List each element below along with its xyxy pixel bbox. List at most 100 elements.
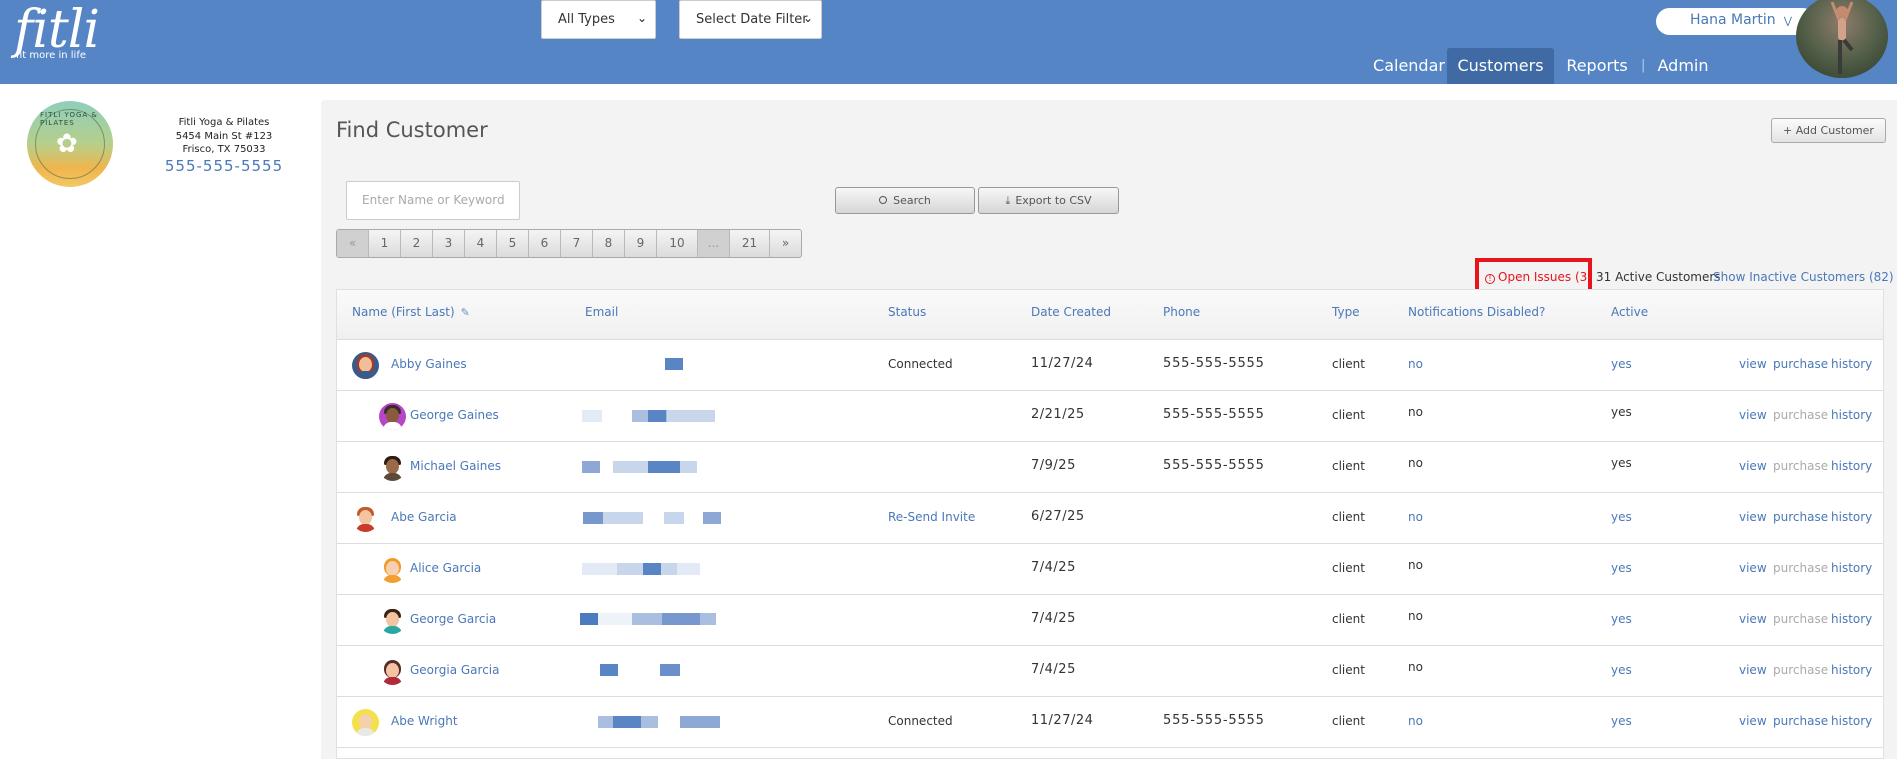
customer-name-link[interactable]: Abby Gaines [391, 357, 467, 371]
add-customer-button[interactable]: + Add Customer [1771, 118, 1886, 143]
date-filter-value: Select Date Filter [696, 12, 808, 27]
page-10[interactable]: 10 [657, 230, 698, 257]
customer-name-link[interactable]: Michael Gaines [410, 459, 501, 473]
history-link[interactable]: history [1831, 459, 1872, 473]
page-8[interactable]: 8 [593, 230, 625, 257]
resend-invite-link[interactable]: Re-Send Invite [888, 510, 975, 524]
girl-dark-hair-avatar [379, 658, 406, 685]
page-9[interactable]: 9 [625, 230, 657, 257]
history-link[interactable]: history [1831, 612, 1872, 626]
history-link[interactable]: history [1831, 561, 1872, 575]
col-name[interactable]: Name (First Last) ✎ [352, 305, 470, 319]
purchase-link[interactable]: purchase [1773, 357, 1828, 371]
page-prev[interactable]: « [337, 230, 369, 257]
view-link[interactable]: view [1739, 408, 1767, 422]
search-input[interactable]: Enter Name or Keyword [346, 181, 520, 220]
page-21[interactable]: 21 [730, 230, 770, 257]
history-link[interactable]: history [1831, 663, 1872, 677]
date-filter-select[interactable]: Select Date Filter ⌄ [679, 0, 822, 39]
active-toggle[interactable]: yes [1611, 510, 1632, 524]
history-link[interactable]: history [1831, 357, 1872, 371]
purchase-link[interactable]: purchase [1773, 714, 1828, 728]
notifications-toggle[interactable]: no [1408, 510, 1423, 524]
view-link[interactable]: view [1739, 612, 1767, 626]
view-link[interactable]: view [1739, 714, 1767, 728]
type-select-value: All Types [558, 12, 615, 27]
view-link[interactable]: view [1739, 459, 1767, 473]
customer-type: client [1332, 459, 1365, 473]
page-title: Find Customer [336, 118, 488, 142]
notifications-toggle[interactable]: no [1408, 357, 1423, 371]
col-notifications[interactable]: Notifications Disabled? [1408, 305, 1545, 319]
col-phone[interactable]: Phone [1163, 305, 1200, 319]
nav-reports[interactable]: Reports [1560, 48, 1634, 84]
col-email[interactable]: Email [585, 305, 618, 319]
active-toggle[interactable]: yes [1611, 357, 1632, 371]
page-4[interactable]: 4 [465, 230, 497, 257]
active-toggle[interactable]: yes [1611, 714, 1632, 728]
table-header: Name (First Last) ✎ Email Status Date Cre… [337, 290, 1883, 340]
page-7[interactable]: 7 [561, 230, 593, 257]
studio-logo: FITLI YOGA & PILATES ✿ [27, 101, 113, 187]
customer-name-link[interactable]: George Garcia [410, 612, 496, 626]
page-next[interactable]: » [770, 230, 801, 257]
active-toggle[interactable]: yes [1611, 663, 1632, 677]
studio-phone[interactable]: 555-555-5555 [160, 157, 288, 175]
table-row: George Gaines 2/21/25 555-555-5555 clien… [337, 391, 1883, 442]
type-select[interactable]: All Types ⌄ [541, 0, 656, 39]
show-inactive-link[interactable]: Show Inactive Customers (82) [1713, 270, 1894, 284]
open-issues-link[interactable]: ! Open Issues (3) [1485, 270, 1592, 284]
customer-name-link[interactable]: Abe Garcia [391, 510, 457, 524]
user-menu[interactable]: Hana Martin ⋁ [1656, 8, 1816, 35]
active-toggle[interactable]: yes [1611, 612, 1632, 626]
notifications-toggle[interactable]: no [1408, 714, 1423, 728]
email-redacted [583, 512, 603, 524]
col-type[interactable]: Type [1332, 305, 1360, 319]
col-date-created[interactable]: Date Created [1031, 305, 1111, 319]
page-5[interactable]: 5 [497, 230, 529, 257]
history-link[interactable]: history [1831, 408, 1872, 422]
col-active[interactable]: Active [1611, 305, 1648, 319]
email-redacted [582, 410, 602, 422]
nav-calendar[interactable]: Calendar [1369, 48, 1449, 84]
table-row: Abby Gaines Connected 11/27/24 555-555-5… [337, 340, 1883, 391]
open-issues-label: Open Issues (3) [1498, 270, 1592, 284]
page-6[interactable]: 6 [529, 230, 561, 257]
active-value: yes [1611, 456, 1632, 470]
customer-name-link[interactable]: George Gaines [410, 408, 499, 422]
nav-admin[interactable]: Admin [1654, 48, 1712, 84]
pagination: « 1 2 3 4 5 6 7 8 9 10 ... 21 » [336, 229, 802, 258]
customer-name-link[interactable]: Georgia Garcia [410, 663, 499, 677]
export-button-label: Export to CSV [1015, 194, 1092, 207]
fitli-logo[interactable]: fitli fit more in life [14, 2, 100, 61]
view-link[interactable]: view [1739, 357, 1767, 371]
col-status[interactable]: Status [888, 305, 926, 319]
customer-status: Connected [888, 357, 953, 371]
man-bald-yellow-avatar [352, 709, 379, 736]
man-dark-avatar [379, 454, 406, 481]
customer-type: client [1332, 612, 1365, 626]
notifications-value: no [1408, 456, 1423, 470]
page-3[interactable]: 3 [433, 230, 465, 257]
email-redacted [665, 358, 683, 370]
customer-name-link[interactable]: Abe Wright [391, 714, 458, 728]
view-link[interactable]: view [1739, 561, 1767, 575]
customer-name-link[interactable]: Alice Garcia [410, 561, 481, 575]
view-link[interactable]: view [1739, 510, 1767, 524]
history-link[interactable]: history [1831, 714, 1872, 728]
purchase-link[interactable]: purchase [1773, 510, 1828, 524]
customer-type: client [1332, 357, 1365, 371]
page-2[interactable]: 2 [401, 230, 433, 257]
nav-customers[interactable]: Customers [1447, 48, 1554, 84]
search-button[interactable]: Search [835, 187, 975, 214]
history-link[interactable]: history [1831, 510, 1872, 524]
download-icon: ⤓ [1005, 194, 1011, 207]
active-toggle[interactable]: yes [1611, 561, 1632, 575]
pencil-icon[interactable]: ✎ [461, 306, 470, 319]
view-link[interactable]: view [1739, 663, 1767, 677]
customer-type: client [1332, 408, 1365, 422]
export-csv-button[interactable]: ⤓ Export to CSV [978, 187, 1119, 214]
customer-phone: 555-555-5555 [1163, 407, 1265, 422]
user-avatar[interactable] [1796, 0, 1888, 78]
page-1[interactable]: 1 [369, 230, 401, 257]
